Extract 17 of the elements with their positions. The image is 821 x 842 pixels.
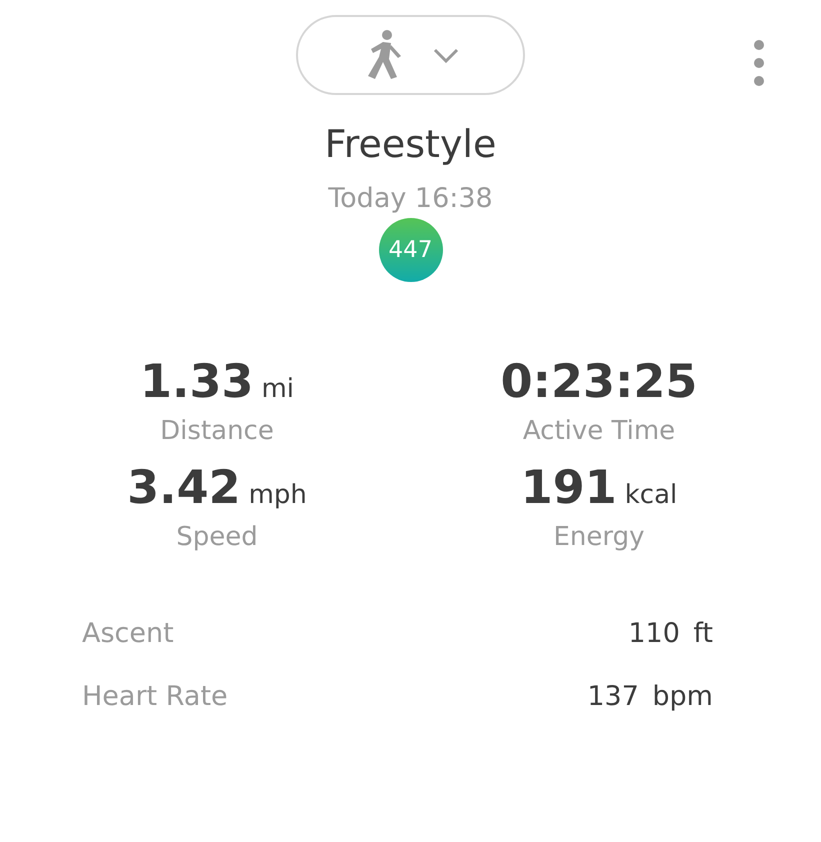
stat-value: 1.33 mi <box>140 358 294 404</box>
stat-value: 191 kcal <box>520 464 678 510</box>
stat-label: Distance <box>160 418 274 444</box>
workout-title: Freestyle <box>324 125 496 163</box>
workout-date: Today 16:38 <box>328 185 493 212</box>
detail-value: 110 ft <box>628 617 713 651</box>
stat-value: 3.42 mph <box>127 464 307 510</box>
more-options-icon <box>753 40 765 86</box>
stat-label: Energy <box>553 524 645 550</box>
stat-label: Active Time <box>522 418 676 444</box>
more-options-button[interactable] <box>753 40 765 86</box>
detail-label: Heart Rate <box>82 680 228 714</box>
detail-value: 137 bpm <box>587 680 713 714</box>
score-badge: 447 <box>378 218 442 282</box>
stat-value: 0:23:25 <box>500 358 698 404</box>
detail-label: Ascent <box>82 617 174 651</box>
stat-label: Speed <box>176 524 258 550</box>
